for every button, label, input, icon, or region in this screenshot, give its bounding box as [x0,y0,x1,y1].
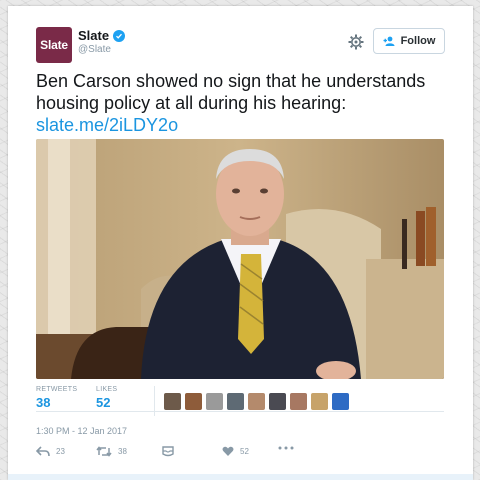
tweet-text: Ben Carson showed no sign that he unders… [36,70,456,136]
account-avatar[interactable]: Slate [36,27,72,63]
likes-count: 52 [96,395,111,410]
account-handle[interactable]: @Slate [78,44,111,55]
like-action[interactable]: 52 [222,446,249,457]
reply-count: 23 [56,447,65,456]
liker-avatars [164,393,349,410]
retweet-icon [96,446,112,457]
gear-icon[interactable] [348,34,364,50]
tweet-text-line-2: housing policy at all during his hearing… [36,93,347,113]
retweet-action[interactable]: 38 [96,446,127,457]
account-name-row[interactable]: Slate [78,28,126,43]
heart-icon [222,446,234,456]
engagement-stats: RETWEETS 38 LIKES 52 [36,386,444,420]
liker-avatar[interactable] [290,393,307,410]
more-icon [278,446,294,450]
liker-avatar[interactable] [311,393,328,410]
tweet-link[interactable]: slate.me/2iLDY2o [36,114,456,136]
more-action[interactable] [278,446,294,450]
add-user-icon [383,36,395,46]
save-action[interactable] [162,446,174,457]
liker-avatar[interactable] [227,393,244,410]
inbox-icon [162,446,174,457]
account-name[interactable]: Slate [78,28,109,43]
tweet-card: Slate Slate @Slate Follow Ben Carson sho… [8,6,473,480]
retweets-label: RETWEETS [36,386,78,393]
liker-avatar[interactable] [185,393,202,410]
verified-badge-icon [113,29,126,42]
tweet-photo[interactable] [36,139,444,379]
retweets-stat[interactable]: RETWEETS 38 [36,386,77,410]
follow-button[interactable]: Follow [373,28,445,54]
liker-avatar[interactable] [248,393,265,410]
reply-box-strip [8,474,473,480]
like-count: 52 [240,447,249,456]
tweet-timestamp[interactable]: 1:30 PM - 12 Jan 2017 [36,426,127,436]
likes-label: LIKES [96,386,118,393]
likes-stat[interactable]: LIKES 52 [96,386,117,410]
liker-avatar[interactable] [332,393,349,410]
liker-avatar[interactable] [164,393,181,410]
retweet-count: 38 [118,447,127,456]
follow-label: Follow [400,35,436,47]
reply-icon [36,446,50,457]
retweets-count: 38 [36,395,51,410]
liker-avatar[interactable] [206,393,223,410]
tweet-actions: 23 38 52 [36,446,336,464]
avatar-logo-text: Slate [40,38,68,52]
tweet-text-line-1: Ben Carson showed no sign that he unders… [36,71,426,91]
reply-action[interactable]: 23 [36,446,65,457]
divider [36,411,444,412]
liker-avatar[interactable] [269,393,286,410]
